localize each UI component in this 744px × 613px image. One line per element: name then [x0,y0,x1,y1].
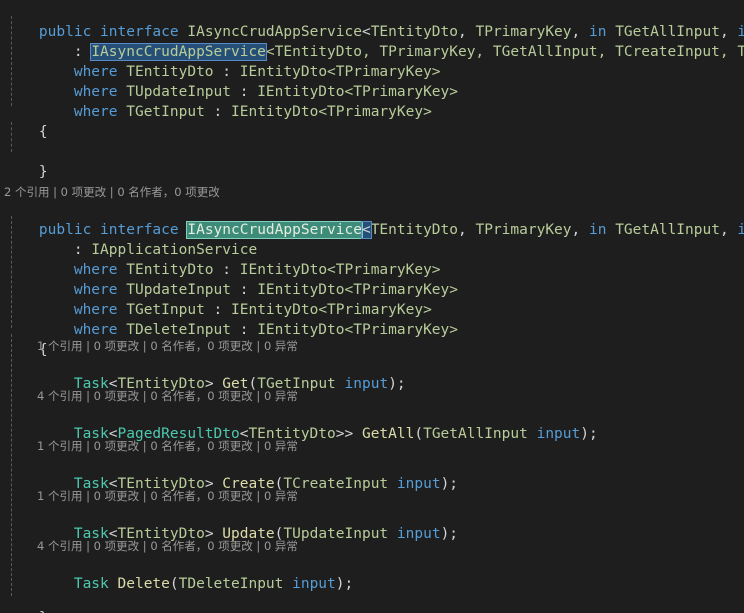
codelens-member-delete[interactable]: 4 个引用 | 0 项更改 | 0 名作者，0 项更改 | 0 异常 [37,538,298,554]
colon: : [213,104,223,120]
generic-close [109,576,118,592]
code-line-where-7[interactable]: where TDeleteInput : IEntityDto<TPrimary… [4,300,458,338]
method-name-getall: GetAll [361,426,415,442]
paren-close: ); [335,576,354,592]
param-type: TGetAllInput [423,426,528,442]
paren-close: ); [440,526,459,542]
code-line-where-6[interactable]: where TGetInput : IEntityDto<TPrimaryKey… [4,280,432,318]
constraint-param: TDeleteInput [126,322,231,338]
close-brace: } [38,164,48,180]
paren-open: ( [414,426,424,442]
code-line-close-brace-2[interactable]: } [4,588,48,613]
code-line-open-brace-1[interactable]: { [4,102,48,140]
code-line-where-2[interactable]: where TUpdateInput : IEntityDto<TPrimary… [4,62,458,100]
paren-close: ); [580,426,598,442]
generic-close: >> [335,426,362,442]
paren-close: ); [388,376,406,392]
param-name: input [388,476,441,492]
param-name: input [283,576,336,592]
code-line-base-2[interactable]: : IApplicationService [4,220,257,258]
separator: , [458,222,476,238]
code-line-method-create[interactable]: Task<TEntityDto> Create(TCreateInput inp… [4,454,458,492]
type-param-1: TEntityDto [370,222,459,238]
param-name: input [335,376,389,392]
constraint-type: IEntityDto<TPrimaryKey> [231,104,432,120]
open-brace: { [38,124,48,140]
return-type-task: Task [73,576,109,592]
code-line-where-3[interactable]: where TGetInput : IEntityDto<TPrimaryKey… [4,82,432,120]
param-type: TUpdateInput [283,526,389,542]
codelens-member-getall[interactable]: 4 个引用 | 0 项更改 | 0 名作者，0 项更改 | 0 异常 [37,388,298,404]
keyword-where: where [73,322,118,338]
code-line-where-4[interactable]: where TEntityDto : IEntityDto<TPrimaryKe… [4,240,441,278]
codelens-member-get[interactable]: 1 个引用 | 0 项更改 | 0 名作者，0 项更改 | 0 异常 [37,338,298,354]
param-type: TCreateInput [283,476,389,492]
paren-open: ( [169,576,179,592]
cursor-selection-angle[interactable]: < [360,221,372,239]
code-line-open-brace-2[interactable]: { [4,320,48,358]
separator: , [719,222,738,238]
keyword-where: where [73,104,118,120]
separator: , [571,222,589,238]
codelens-member-update[interactable]: 1 个引用 | 0 项更改 | 0 名作者，0 项更改 | 0 异常 [37,488,298,504]
param-name: input [527,426,581,442]
code-line-where-1[interactable]: where TEntityDto : IEntityDto<TPrimaryKe… [4,42,441,80]
codelens-member-create[interactable]: 1 个引用 | 0 项更改 | 0 名作者，0 项更改 | 0 异常 [37,438,298,454]
code-line-method-delete[interactable]: Task Delete(TDeleteInput input); [4,554,353,592]
code-line-close-brace-1[interactable]: } [4,142,48,180]
code-line-decl-2[interactable]: public interface IAsyncCrudAppService<TE… [4,200,744,239]
type-param-3: TGetAllInput [615,222,720,238]
code-editor[interactable]: public interface IAsyncCrudAppService<TE… [0,0,744,613]
constraint-param: TGetInput [126,104,205,120]
code-line-where-5[interactable]: where TUpdateInput : IEntityDto<TPrimary… [4,260,458,298]
codelens-interface[interactable]: 2 个引用 | 0 项更改 | 0 名作者，0 项更改 [4,184,220,200]
keyword-in: in [588,222,607,238]
paren-close: ); [440,476,459,492]
code-line-method-update[interactable]: Task<TEntityDto> Update(TUpdateInput inp… [4,504,458,542]
constraint-type: IEntityDto<TPrimaryKey> [257,322,458,338]
method-name-delete: Delete [117,576,170,592]
code-line-base-1[interactable]: : IAsyncCrudAppService<TEntityDto, TPrim… [4,22,744,61]
keyword-in-truncated: in [737,222,744,238]
type-param-2: TPrimaryKey [475,222,572,238]
code-line-method-getall[interactable]: Task<PagedResultDto<TEntityDto>> GetAll(… [4,404,598,442]
param-type: TDeleteInput [178,576,284,592]
code-line-decl-1[interactable]: public interface IAsyncCrudAppService<TE… [4,2,744,40]
param-name: input [388,526,441,542]
code-line-method-get[interactable]: Task<TEntityDto> Get(TGetInput input); [4,354,406,392]
